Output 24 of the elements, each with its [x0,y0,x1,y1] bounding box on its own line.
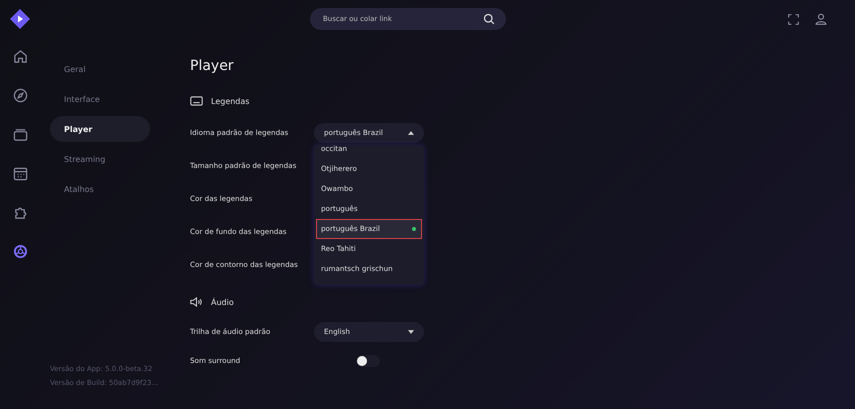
caret-icon [408,330,414,334]
home-icon[interactable] [12,49,28,64]
section-title: Áudio [211,298,234,306]
settings-nav-item[interactable]: Atalhos [50,176,150,202]
selected-dot-icon [412,226,416,230]
section-title: Legendas [211,96,250,106]
compass-icon[interactable] [12,88,28,103]
search-icon[interactable] [483,13,495,25]
settings-nav-item[interactable]: Player [50,116,150,142]
caret-icon [408,130,414,134]
settings-nav-item[interactable]: Interface [50,86,150,112]
page-title: Player [190,58,235,76]
toggle-switch[interactable] [356,354,380,366]
settings-nav-item[interactable]: Streaming [50,146,150,172]
speaker-icon [190,297,203,307]
fullscreen-icon[interactable] [788,14,799,24]
puzzle-icon[interactable] [12,205,28,220]
settings-nav-item[interactable]: Geral [50,56,150,82]
calendar-icon[interactable] [12,166,28,181]
subtitles-icon [190,96,203,106]
library-icon[interactable] [12,127,28,142]
logo-icon [10,9,30,29]
user-icon[interactable] [815,13,827,25]
settings-icon[interactable] [12,244,28,259]
